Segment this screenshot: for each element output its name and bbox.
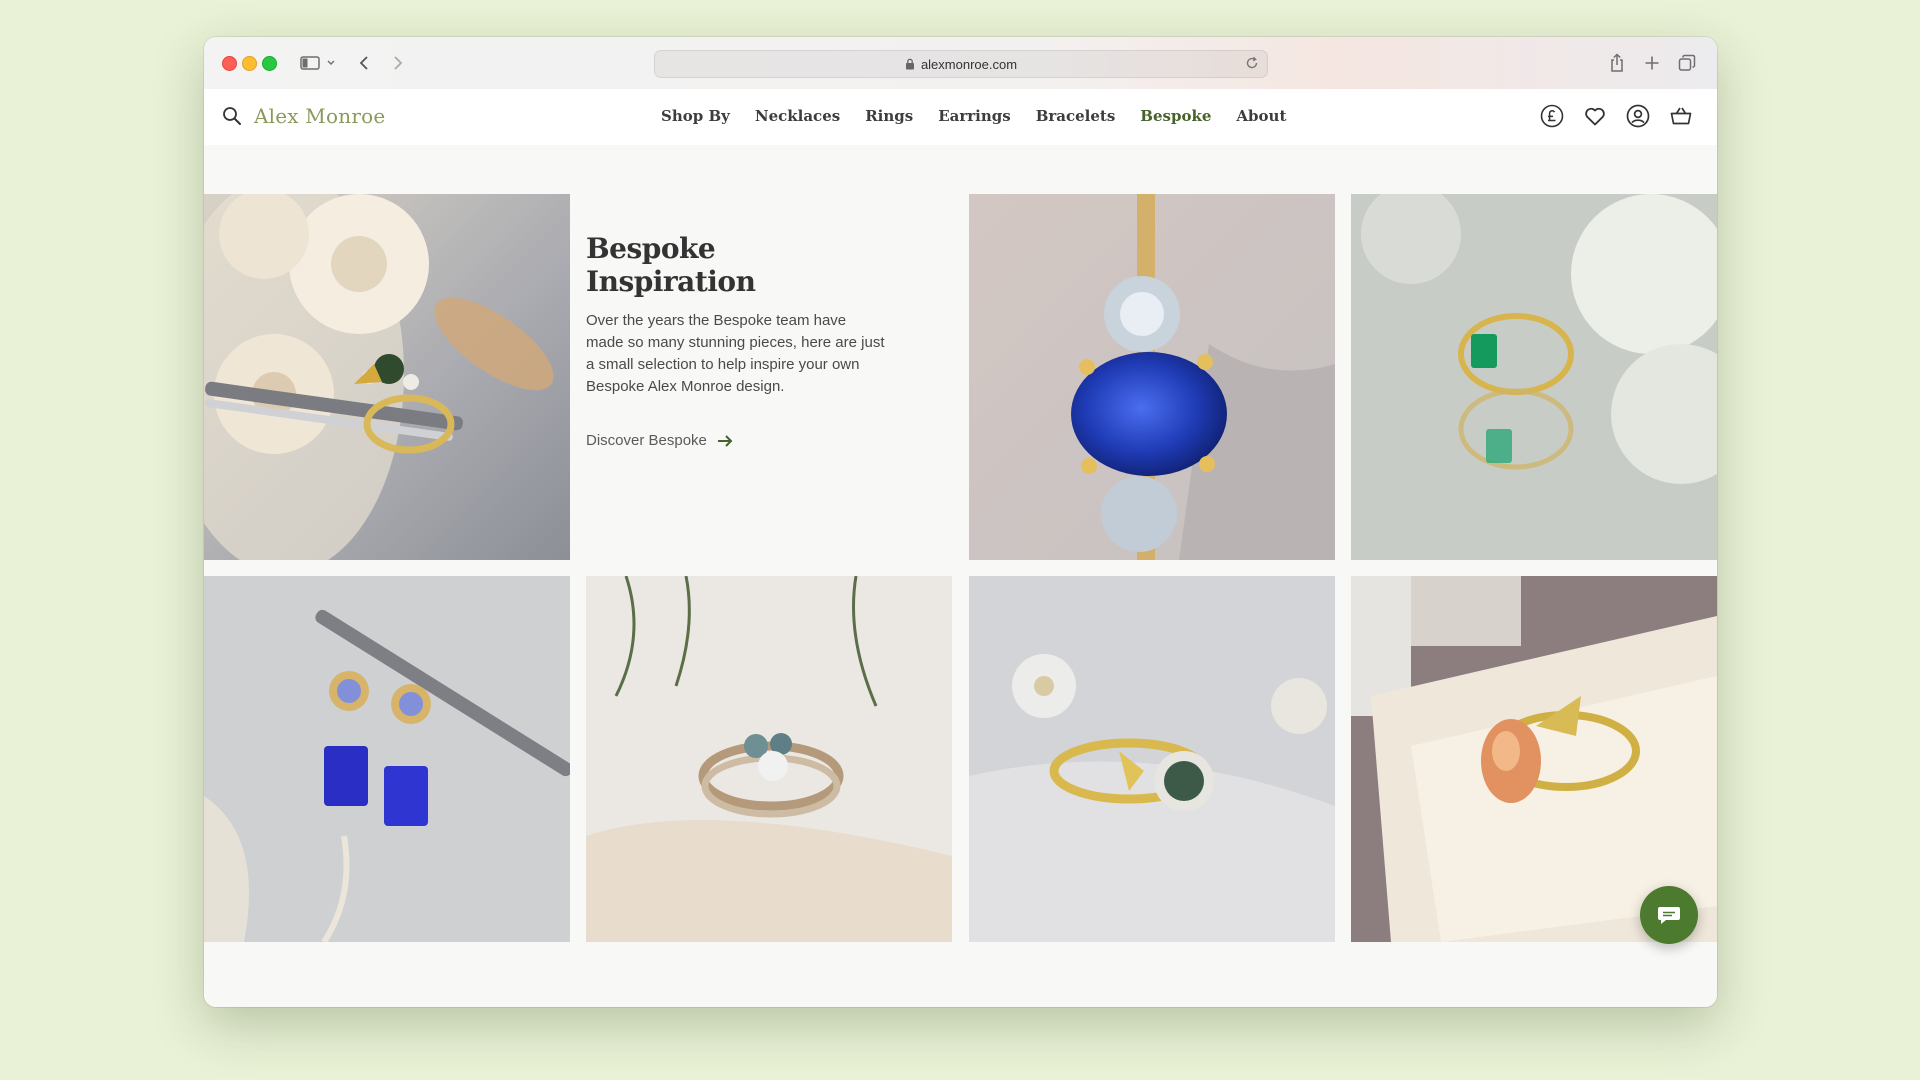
sidebar-icon <box>300 56 320 70</box>
chevron-right-icon <box>394 56 403 70</box>
share-icon <box>1611 53 1623 72</box>
zoom-window-button[interactable] <box>262 56 277 71</box>
section-title: Bespoke Inspiration <box>586 232 756 298</box>
green-sapphire-halo-ring-photo[interactable] <box>969 576 1335 942</box>
tab-groups-dropdown[interactable] <box>326 51 336 75</box>
main-navigation: Shop By Necklaces Rings Earrings Bracele… <box>661 107 1311 125</box>
emerald-ring-reflection-photo[interactable] <box>1351 194 1717 560</box>
heart-icon[interactable] <box>1582 103 1607 128</box>
green-sapphire-ring-tweezers-photo[interactable] <box>204 194 570 560</box>
forward-button[interactable] <box>392 51 404 75</box>
site-logo[interactable]: Alex Monroe <box>254 104 385 128</box>
chevron-left-icon <box>359 56 368 70</box>
nav-item-bracelets[interactable]: Bracelets <box>1036 107 1116 125</box>
tab-overview-button[interactable] <box>1678 51 1696 75</box>
back-button[interactable] <box>358 51 370 75</box>
sapphire-cluster-ring-stack-photo[interactable] <box>586 576 952 942</box>
sidebar-toggle-button[interactable] <box>300 51 320 75</box>
plus-icon <box>1645 56 1659 70</box>
address-bar[interactable]: alexmonroe.com <box>654 50 1268 78</box>
nav-item-shop-by[interactable]: Shop By <box>661 107 730 125</box>
tabs-icon <box>1678 54 1696 71</box>
lock-icon <box>905 58 915 70</box>
nav-item-rings[interactable]: Rings <box>865 107 913 125</box>
reload-icon[interactable] <box>1245 56 1259 70</box>
arrow-right-icon <box>717 434 733 447</box>
minimize-window-button[interactable] <box>242 56 257 71</box>
discover-bespoke-link[interactable]: Discover Bespoke <box>586 432 886 449</box>
blue-sapphire-trilogy-ring-photo[interactable] <box>969 194 1335 560</box>
nav-item-necklaces[interactable]: Necklaces <box>755 107 840 125</box>
nav-item-bespoke[interactable]: Bespoke <box>1140 107 1211 125</box>
nav-item-earrings[interactable]: Earrings <box>938 107 1011 125</box>
close-window-button[interactable] <box>222 56 237 71</box>
chat-button[interactable] <box>1640 886 1698 944</box>
tanzanite-drop-earrings-photo[interactable] <box>204 576 570 942</box>
share-button[interactable] <box>1609 51 1625 75</box>
search-icon[interactable] <box>222 106 242 131</box>
intro-block: Bespoke Inspiration Over the years the B… <box>586 232 886 449</box>
bespoke-inspiration-section: Bespoke Inspiration Over the years the B… <box>204 145 1717 1007</box>
new-tab-button[interactable] <box>1644 51 1660 75</box>
chat-bubble-icon <box>1658 907 1680 924</box>
header-actions <box>1539 103 1693 128</box>
browser-toolbar: alexmonroe.com <box>204 37 1717 90</box>
discover-bespoke-label: Discover Bespoke <box>586 432 707 449</box>
chevron-down-icon <box>327 60 335 65</box>
browser-window: alexmonroe.com Alex Monroe Shop By Neckl… <box>204 37 1717 1007</box>
url-text: alexmonroe.com <box>920 56 1018 72</box>
account-icon[interactable] <box>1625 103 1650 128</box>
currency-pound-icon[interactable] <box>1539 103 1564 128</box>
nav-item-about[interactable]: About <box>1236 107 1286 125</box>
section-description: Over the years the Bespoke team have mad… <box>586 312 885 395</box>
site-header: Alex Monroe Shop By Necklaces Rings Earr… <box>204 89 1717 145</box>
basket-icon[interactable] <box>1668 103 1693 128</box>
